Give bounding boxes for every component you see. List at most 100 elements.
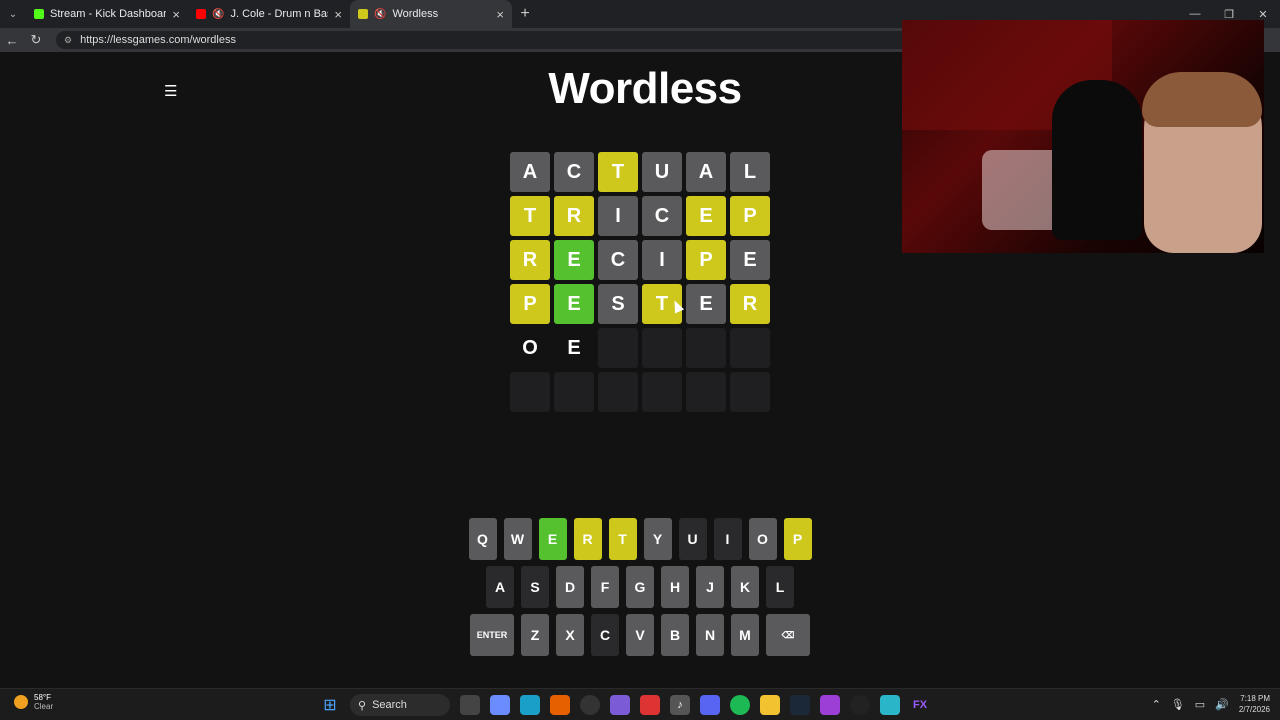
close-tab-icon[interactable]: ×: [172, 7, 180, 22]
grid-tile: [686, 372, 726, 412]
key-d[interactable]: D: [556, 566, 584, 608]
microphone-icon[interactable]: 🎙: [1171, 698, 1185, 711]
on-screen-keyboard: Q W E R T Y U I O P A S D F G H J K L ENTER Z X C V B N M ⌫: [0, 518, 1280, 662]
clock[interactable]: 7:18 PM 2/7/2026: [1239, 693, 1270, 715]
app-icon[interactable]: [880, 695, 900, 715]
reload-icon[interactable]: ↻: [24, 32, 48, 48]
close-tab-icon[interactable]: ×: [496, 7, 504, 22]
grid-tile: [730, 372, 770, 412]
key-e[interactable]: E: [538, 518, 567, 560]
grid-tile: E: [554, 328, 594, 368]
url-field[interactable]: ⚙ https://lessgames.com/wordless: [56, 31, 916, 49]
spotify-icon[interactable]: [730, 695, 750, 715]
key-m[interactable]: M: [731, 614, 759, 656]
webcam-chair: [1052, 80, 1142, 240]
key-i[interactable]: I: [713, 518, 742, 560]
firefox-icon[interactable]: [550, 695, 570, 715]
key-w[interactable]: W: [503, 518, 532, 560]
grid-tile: A: [686, 152, 726, 192]
grid-tile: T: [510, 196, 550, 236]
tab-title: Wordless: [392, 8, 439, 20]
grid-tile: E: [686, 196, 726, 236]
weather-widget[interactable]: 58°F Clear: [14, 693, 53, 711]
webcam-overlay: [902, 20, 1264, 253]
key-v[interactable]: V: [626, 614, 654, 656]
system-tray: ⌃ 🎙 ▭ 🔊 7:18 PM 2/7/2026: [1152, 693, 1270, 715]
key-g[interactable]: G: [626, 566, 654, 608]
key-c[interactable]: C: [591, 614, 619, 656]
key-q[interactable]: Q: [468, 518, 497, 560]
grid-tile: E: [554, 240, 594, 280]
volume-icon[interactable]: 🔊: [1215, 698, 1229, 711]
muted-speaker-icon[interactable]: 🔇: [212, 9, 224, 20]
key-h[interactable]: H: [661, 566, 689, 608]
guess-row: ACTUAL: [510, 152, 770, 192]
grid-tile: P: [686, 240, 726, 280]
key-k[interactable]: K: [731, 566, 759, 608]
app-icon[interactable]: [820, 695, 840, 715]
clock-date: 2/7/2026: [1238, 705, 1270, 714]
copilot-icon[interactable]: [490, 695, 510, 715]
fx-icon[interactable]: FX: [910, 695, 930, 715]
discord-icon[interactable]: [700, 695, 720, 715]
key-t[interactable]: T: [608, 518, 637, 560]
guess-row: RECIPE: [510, 240, 770, 280]
new-tab-button[interactable]: +: [512, 5, 538, 23]
taskbar-search[interactable]: ⚲ Search: [350, 694, 450, 716]
key-x[interactable]: X: [556, 614, 584, 656]
grid-tile: A: [510, 152, 550, 192]
keyboard-row: QWERTYUIOP: [0, 518, 1280, 560]
back-icon[interactable]: ←: [0, 33, 24, 48]
url-text: https://lessgames.com/wordless: [80, 34, 236, 46]
key-n[interactable]: N: [696, 614, 724, 656]
tab-kick-dashboard[interactable]: Stream - Kick Dashboard ×: [26, 0, 188, 28]
key-o[interactable]: O: [748, 518, 777, 560]
clock-time: 7:18 PM: [1240, 694, 1270, 703]
key-u[interactable]: U: [678, 518, 707, 560]
grid-tile: T: [598, 152, 638, 192]
kick-icon: [34, 9, 44, 19]
tab-youtube-music[interactable]: 🔇 J. Cole - Drum n Bass (Official ×: [188, 0, 350, 28]
weather-desc: Clear: [34, 702, 54, 711]
close-tab-icon[interactable]: ×: [334, 7, 342, 22]
key-f[interactable]: F: [591, 566, 619, 608]
key-j[interactable]: J: [696, 566, 724, 608]
site-info-icon[interactable]: ⚙: [64, 35, 72, 46]
steam-icon[interactable]: [790, 695, 810, 715]
start-icon[interactable]: ⊞: [320, 695, 340, 715]
key-b[interactable]: B: [661, 614, 689, 656]
muted-speaker-icon[interactable]: 🔇: [374, 9, 386, 20]
key-z[interactable]: Z: [521, 614, 549, 656]
music-icon[interactable]: ♪: [670, 695, 690, 715]
app-icon[interactable]: [640, 695, 660, 715]
enter-key[interactable]: ENTER: [470, 614, 514, 656]
weather-temp: 58°F: [34, 693, 51, 702]
tab-search-button[interactable]: ⌄: [0, 0, 26, 28]
network-icon[interactable]: ▭: [1195, 698, 1205, 711]
grid-tile: [730, 328, 770, 368]
tab-wordless[interactable]: 🔇 Wordless ×: [350, 0, 512, 28]
grid-tile: [686, 328, 726, 368]
grid-tile: R: [510, 240, 550, 280]
edge-icon[interactable]: [520, 695, 540, 715]
app-icon[interactable]: [610, 695, 630, 715]
grid-tile: P: [510, 284, 550, 324]
key-s[interactable]: S: [521, 566, 549, 608]
search-label: Search: [372, 699, 407, 711]
guess-row: TRICEP: [510, 196, 770, 236]
obs-icon[interactable]: [580, 695, 600, 715]
task-view-icon[interactable]: [460, 695, 480, 715]
key-a[interactable]: A: [486, 566, 514, 608]
folder-icon[interactable]: [760, 695, 780, 715]
grid-tile: [642, 328, 682, 368]
grid-tile: [598, 372, 638, 412]
app-icon[interactable]: [850, 695, 870, 715]
key-l[interactable]: L: [766, 566, 794, 608]
key-y[interactable]: Y: [643, 518, 672, 560]
grid-tile: [554, 372, 594, 412]
youtube-icon: [196, 9, 206, 19]
backspace-key[interactable]: ⌫: [766, 614, 810, 656]
key-p[interactable]: P: [783, 518, 812, 560]
chevron-up-icon[interactable]: ⌃: [1152, 698, 1161, 711]
key-r[interactable]: R: [573, 518, 602, 560]
